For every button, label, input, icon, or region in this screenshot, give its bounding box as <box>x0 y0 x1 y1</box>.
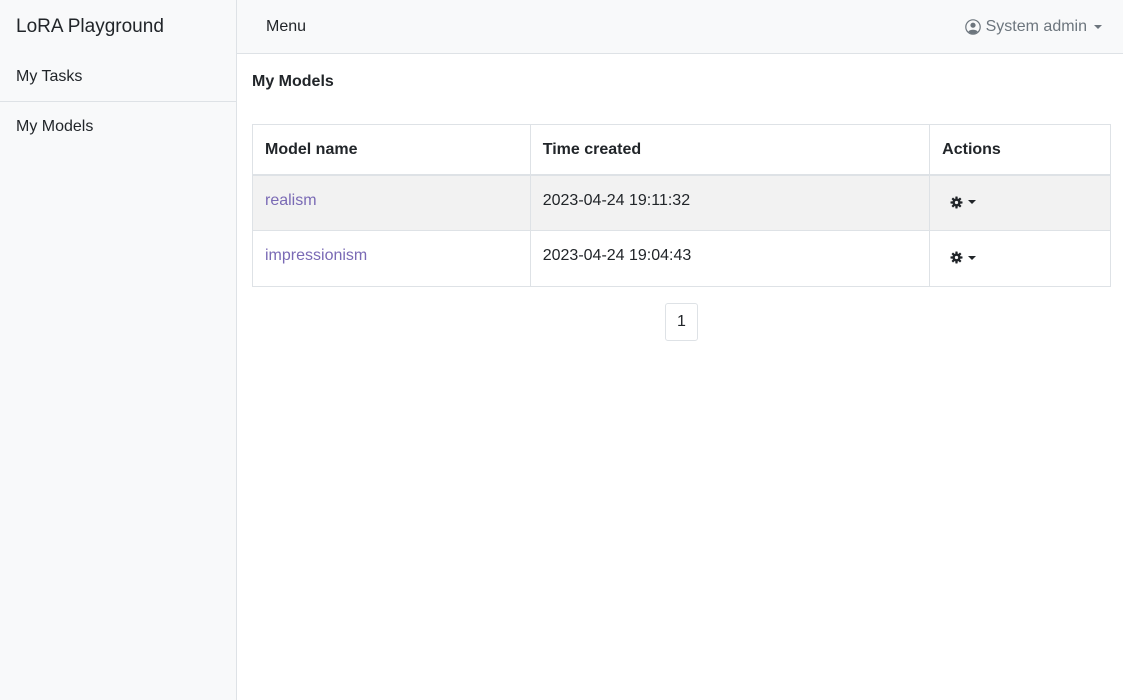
user-circle-icon <box>964 18 981 35</box>
sidebar-item-label: My Tasks <box>16 68 83 85</box>
time-created-cell: 2023-04-24 19:04:43 <box>529 230 931 287</box>
gear-icon <box>950 251 963 264</box>
chevron-down-icon <box>968 255 977 260</box>
page-title: My Models <box>252 73 334 90</box>
main-content: My Models Model name Time created Action… <box>252 54 1111 341</box>
model-link[interactable]: realism <box>265 192 317 209</box>
sidebar: LoRA Playground My Tasks My Models <box>0 0 237 700</box>
actions-cell <box>929 174 1111 231</box>
model-actions-dropdown[interactable] <box>942 195 977 209</box>
table-header-row: Model name Time created Actions <box>252 124 1111 176</box>
models-table: Model name Time created Actions realism … <box>252 124 1111 287</box>
table-row: realism 2023-04-24 19:11:32 <box>252 174 1111 231</box>
column-header-actions: Actions <box>929 124 1111 176</box>
model-name-cell: impressionism <box>252 230 531 287</box>
actions-cell <box>929 230 1111 287</box>
time-created-cell: 2023-04-24 19:11:32 <box>529 174 931 231</box>
brand-title[interactable]: LoRA Playground <box>0 0 236 53</box>
user-menu-dropdown[interactable]: System admin <box>964 17 1102 36</box>
model-name-cell: realism <box>252 174 531 231</box>
top-navbar: Menu System admin <box>237 0 1123 54</box>
menu-toggle-button[interactable]: Menu <box>266 18 306 36</box>
gear-icon <box>950 195 963 209</box>
page-button-1[interactable]: 1 <box>665 303 698 341</box>
model-link[interactable]: impressionism <box>265 247 367 264</box>
column-header-time-created: Time created <box>529 124 931 176</box>
sidebar-item-label: My Models <box>16 117 94 135</box>
model-actions-dropdown[interactable] <box>942 251 977 264</box>
sidebar-item-my-tasks[interactable]: My Tasks <box>0 53 236 102</box>
table-row: impressionism 2023-04-24 19:04:43 <box>252 230 1111 287</box>
pagination: 1 <box>252 303 1111 341</box>
sidebar-item-my-models[interactable]: My Models <box>0 102 236 151</box>
chevron-down-icon <box>1094 24 1102 29</box>
app-root: LoRA Playground My Tasks My Models Menu … <box>0 0 1123 700</box>
column-header-model-name: Model name <box>252 124 531 176</box>
chevron-down-icon <box>968 200 977 204</box>
user-name-label: System admin <box>985 17 1087 35</box>
